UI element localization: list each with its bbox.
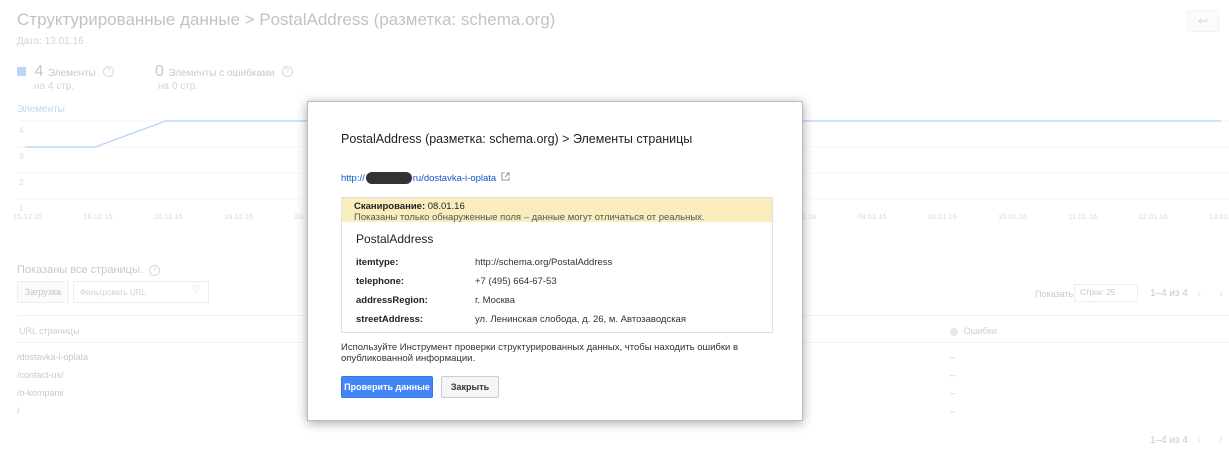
scan-date: 08.01.16 [427, 201, 465, 212]
item-card: Сканирование: 08.01.16 Показаны только о… [341, 197, 773, 333]
x-tick-label: 10.01.16 [998, 212, 1027, 220]
metric-errors-label: Элементы с ошибками [168, 68, 275, 79]
series-legend-square [17, 67, 26, 76]
rows-per-page-select[interactable]: Строк: 25 [1074, 284, 1138, 302]
property-key: streetAddress: [356, 314, 424, 325]
scan-label: Сканирование: [354, 201, 426, 212]
url-prefix: http:// [341, 172, 365, 184]
x-tick-label: 13.01. [1209, 212, 1229, 220]
y-tick-label: 3 [19, 152, 24, 161]
check-data-button[interactable]: Проверить данные [341, 376, 433, 398]
prev-page-icon[interactable]: ‹ [1197, 286, 1201, 300]
filter-icon: ▽ [192, 284, 200, 295]
property-key: addressRegion: [356, 295, 428, 306]
help-icon[interactable]: ? [148, 264, 160, 276]
filter-url-input[interactable] [73, 281, 209, 303]
next-page-icon[interactable]: › [1219, 432, 1223, 446]
x-tick-label: 18.12.15 [154, 212, 183, 220]
x-tick-label: 10.01.16 [928, 212, 957, 220]
table-row-errors: – [950, 406, 956, 416]
metric-items-sub: на 4 стр. [34, 81, 75, 92]
pager-range-bottom: 1–4 из 4 [1150, 435, 1188, 446]
col-errors-header: Ошибки [963, 326, 997, 336]
external-link-icon[interactable] [501, 172, 510, 184]
table-row-errors: – [950, 370, 956, 380]
download-button[interactable]: Загрузка [17, 281, 69, 303]
table-row-url[interactable]: /o-kompanii [17, 388, 64, 398]
table-row-errors: – [950, 352, 956, 362]
property-key: itemtype: [356, 257, 399, 268]
next-page-icon[interactable]: › [1219, 286, 1223, 300]
page-items-dialog: PostalAddress (разметка: schema.org) > Э… [307, 101, 803, 421]
page-title: Структурированные данные > PostalAddress… [17, 10, 556, 29]
y-tick-label: 2 [19, 178, 24, 187]
prev-page-icon[interactable]: ‹ [1197, 432, 1201, 446]
table-row-url[interactable]: /dostavka-i-oplata [17, 352, 88, 362]
property-value: +7 (495) 664-67-53 [475, 276, 557, 287]
x-tick-label: 15.12.15 [13, 212, 42, 220]
table-row-url[interactable]: /contact-us/ [17, 370, 64, 380]
col-url-header[interactable]: URL страницы [19, 326, 79, 336]
x-tick-label: 11.01.16 [1068, 212, 1097, 220]
property-key: telephone: [356, 276, 405, 287]
x-tick-label: 12.01.16 [1139, 212, 1168, 220]
dialog-note: Используйте Инструмент проверки структур… [341, 342, 739, 364]
back-button[interactable]: ↩ [1187, 10, 1219, 32]
x-tick-label: 16.12.15 [83, 212, 112, 220]
x-tick-label: 19.12.15 [224, 212, 253, 220]
shown-all-pages: Показаны все страницы. [17, 264, 143, 276]
close-button[interactable]: Закрыть [441, 376, 499, 398]
help-icon[interactable]: ? [103, 66, 115, 78]
property-value: г. Москва [475, 295, 516, 306]
redacted-domain [365, 172, 412, 184]
url-suffix: ru/dostavka-i-oplata [412, 172, 497, 184]
table-row-url[interactable]: / [17, 406, 20, 416]
error-status-icon [950, 327, 958, 336]
property-value: ул. Ленинская слобода, д. 26, м. Автозав… [475, 314, 686, 325]
table-row-errors: – [950, 388, 956, 398]
dialog-title: PostalAddress (разметка: schema.org) > Э… [341, 132, 693, 146]
pager-range: 1–4 из 4 [1150, 288, 1188, 299]
scan-warning: Сканирование: 08.01.16 Показаны только о… [342, 198, 772, 223]
page-url-link[interactable]: http:// ru/dostavka-i-oplata [341, 172, 510, 184]
metric-items-label: Элементы [47, 68, 96, 79]
metric-errors-value: 0 [155, 63, 164, 80]
metric-items[interactable]: 4 Элементы ? на 4 стр. [17, 63, 115, 92]
metric-errors[interactable]: 0 Элементы с ошибками ? на 0 стр. [155, 63, 293, 92]
chart-series-label: Элементы [17, 104, 65, 115]
y-tick-label: 4 [19, 126, 24, 135]
scan-note: Показаны только обнаруженные поля – данн… [354, 212, 705, 223]
show-label: Показать: [1035, 289, 1076, 299]
report-date: Дата: 13.01.16 [17, 36, 84, 47]
metric-items-value: 4 [34, 63, 44, 80]
x-tick-label: 09.01.16 [857, 212, 886, 220]
property-value: http://schema.org/PostalAddress [475, 257, 613, 268]
metric-errors-sub: на 0 стр. [158, 81, 199, 92]
help-icon[interactable]: ? [281, 66, 293, 78]
item-type-title: PostalAddress [356, 232, 434, 246]
